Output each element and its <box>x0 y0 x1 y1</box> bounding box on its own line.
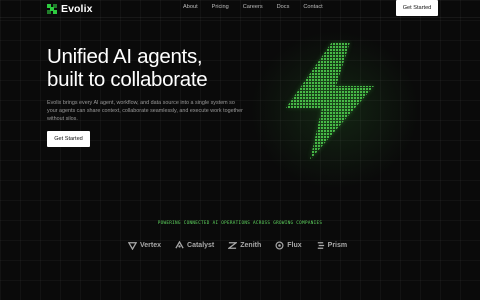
headline-line-2: built to collaborate <box>47 68 208 91</box>
nav-link-contact[interactable]: Contact <box>303 4 322 10</box>
headline-line-1: Unified AI agents, <box>47 45 203 68</box>
partner-logo-prism: Prism <box>316 241 347 250</box>
nav-divider <box>0 17 480 18</box>
partners-heading: POWERING CONNECTED AI OPERATIONS ACROSS … <box>157 221 323 226</box>
nav-get-started-button[interactable]: Get Started <box>396 0 438 16</box>
partner-name: Catalyst <box>187 241 215 249</box>
partner-logo-vertex: Vertex <box>128 241 161 250</box>
nav-link-docs[interactable]: Docs <box>277 4 290 10</box>
vertex-icon <box>128 241 137 250</box>
partner-logo-flux: Flux <box>275 240 302 250</box>
partner-logo-catalyst: Catalyst <box>175 240 215 250</box>
partner-name: Flux <box>287 241 302 249</box>
partner-logo-zenith: Zenith <box>228 241 261 250</box>
top-nav: Evolix About Pricing Careers Docs Contac… <box>0 0 480 17</box>
nav-link-pricing[interactable]: Pricing <box>212 4 229 10</box>
flux-icon <box>275 240 284 250</box>
catalyst-icon <box>175 240 184 249</box>
brand-name: Evolix <box>61 3 93 15</box>
partner-logos: Vertex Catalyst Zenith Flux Prism <box>128 239 361 251</box>
zenith-icon <box>228 241 238 249</box>
nav-link-about[interactable]: About <box>183 4 198 10</box>
nav-link-careers[interactable]: Careers <box>243 4 263 10</box>
nav-links: About Pricing Careers Docs Contact <box>183 4 337 10</box>
hero-subtext: Evolix brings every AI agent, workflow, … <box>47 100 243 123</box>
prism-icon <box>317 241 324 249</box>
hero-headline: Unified AI agents, built to collaborate <box>47 45 267 91</box>
logo-icon <box>47 4 57 14</box>
lightning-bolt-icon <box>286 42 374 160</box>
partner-name: Vertex <box>140 241 162 249</box>
partner-name: Prism <box>327 241 348 249</box>
hero-get-started-button[interactable]: Get Started <box>47 131 90 147</box>
partner-name: Zenith <box>240 241 262 249</box>
brand-logo[interactable]: Evolix <box>47 3 93 15</box>
